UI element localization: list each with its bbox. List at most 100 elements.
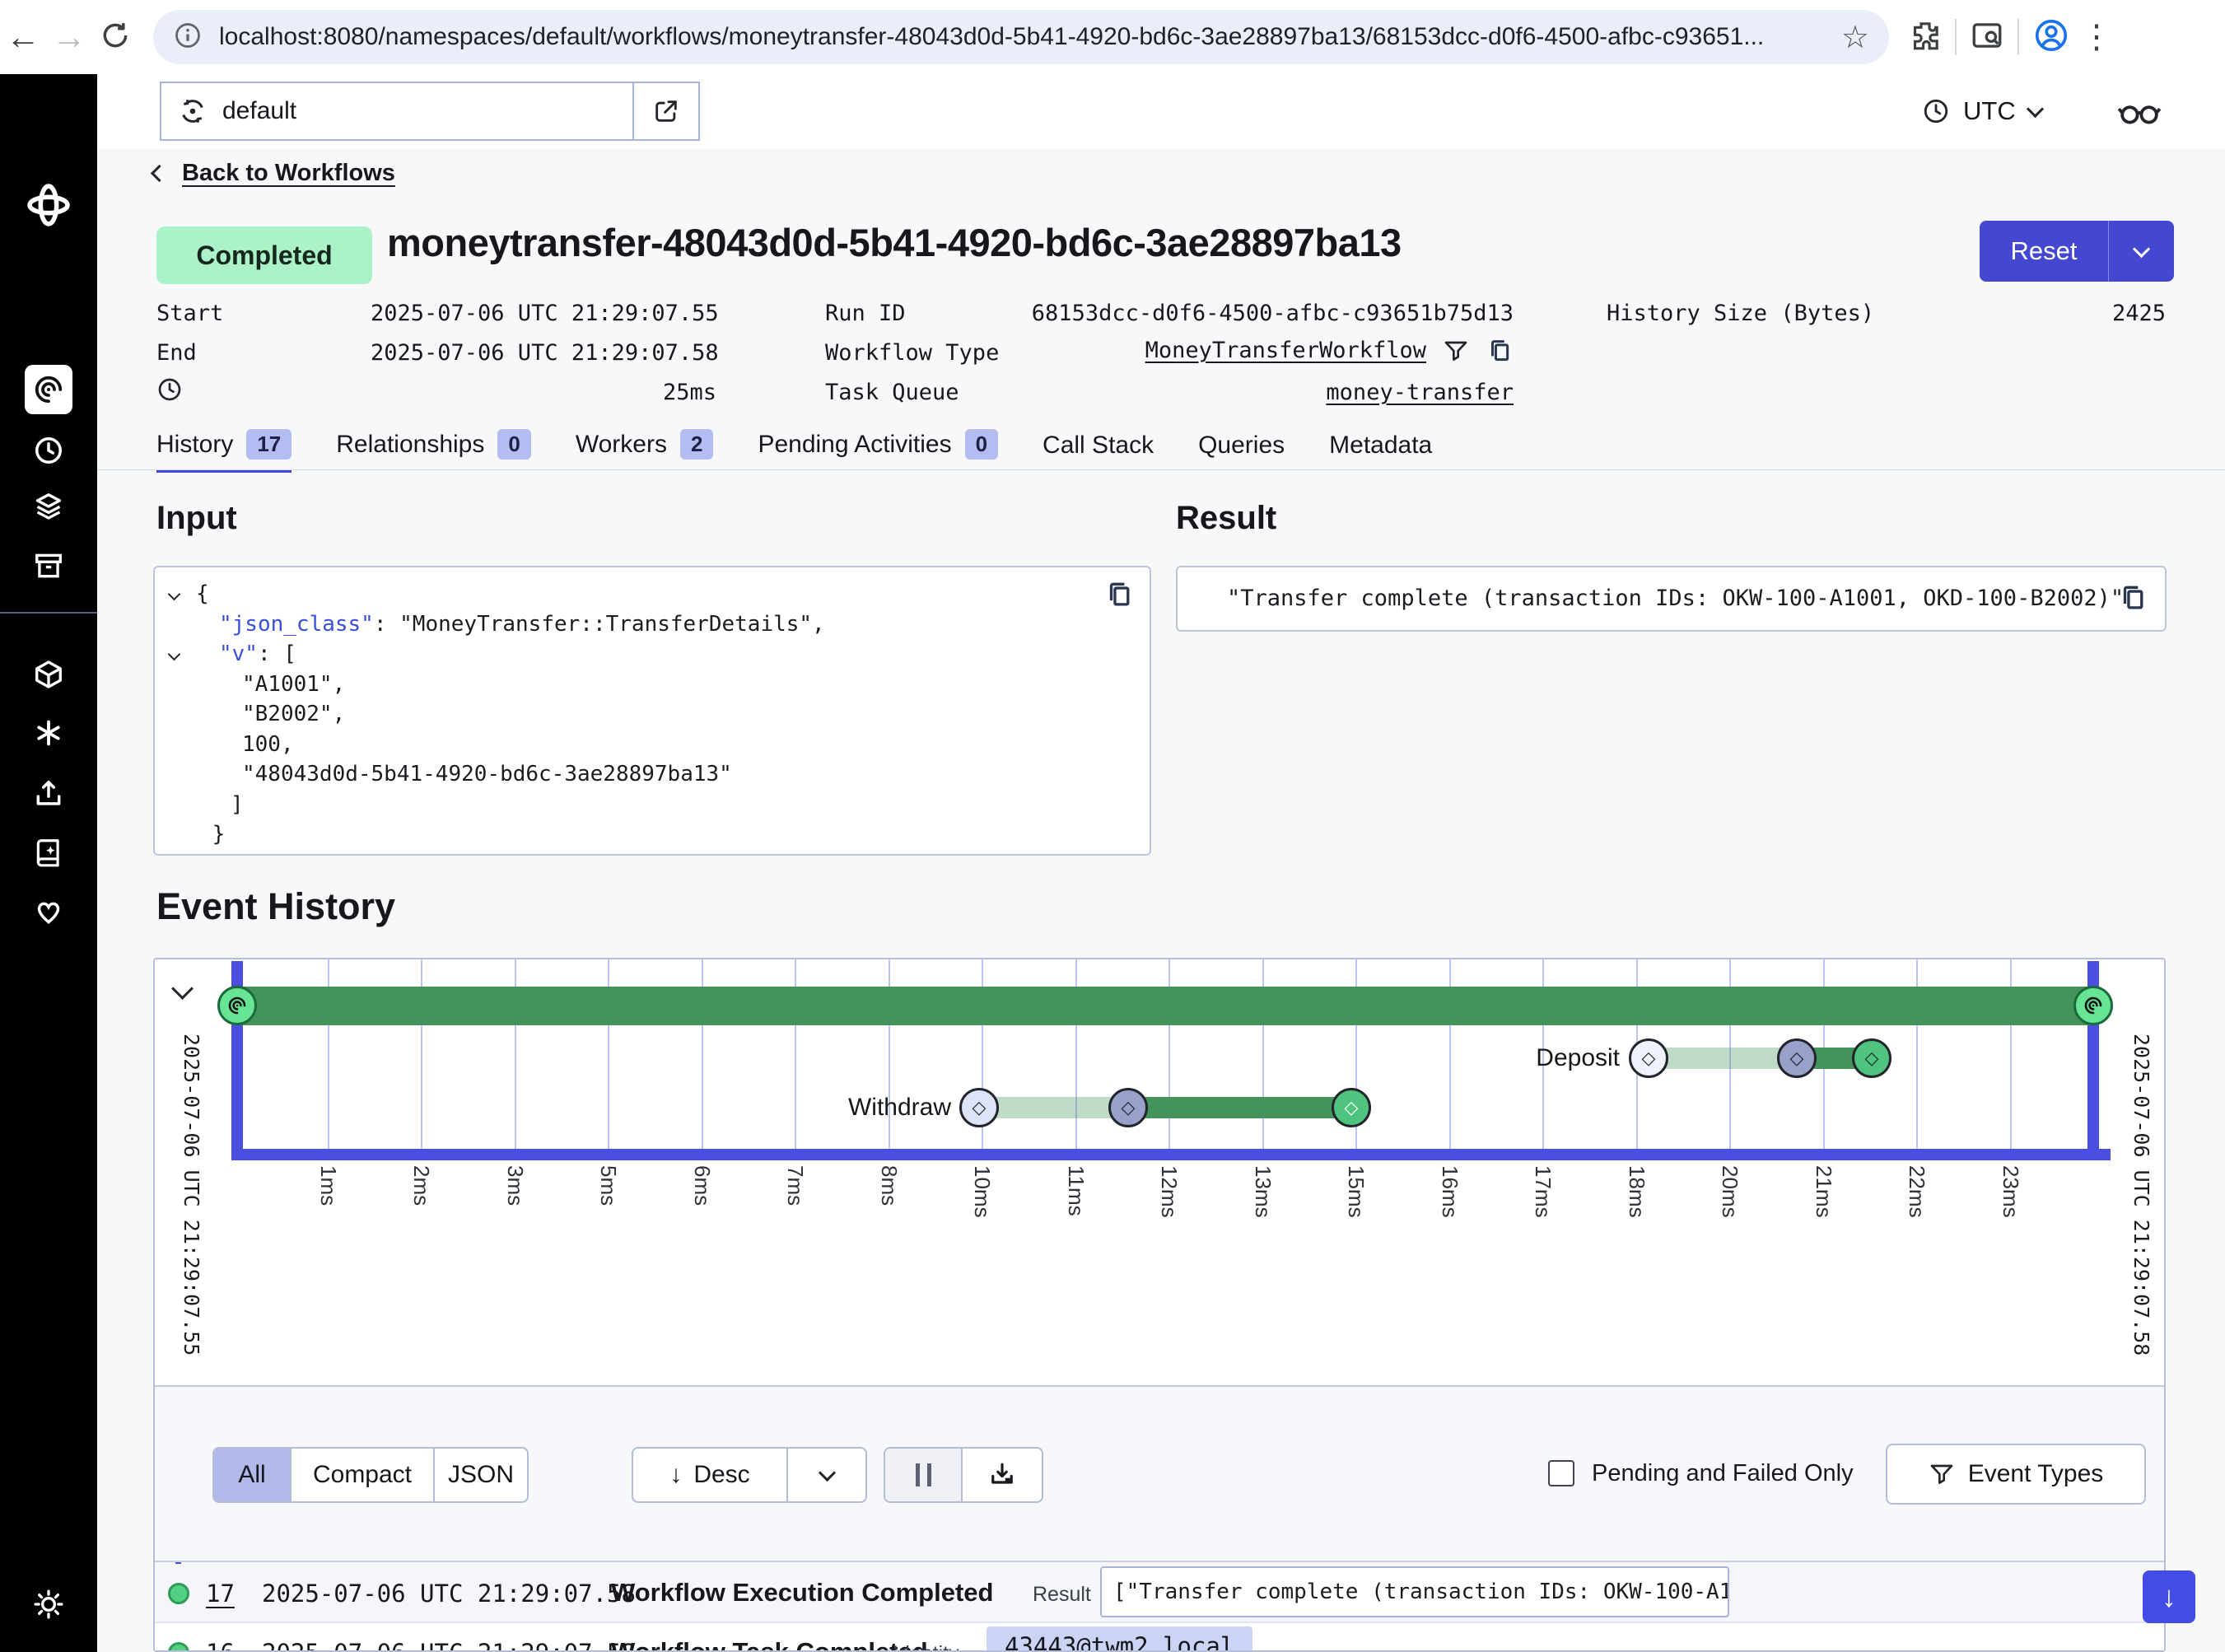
profile-avatar-icon[interactable] [2032,16,2070,58]
sort-group: ↓Desc [632,1447,867,1503]
event-types-button[interactable]: Event Types [1886,1444,2146,1505]
event-id-link[interactable]: 16 [206,1639,235,1652]
timeline-event-marker[interactable]: ◇ [959,1088,999,1127]
copy-icon[interactable] [2117,582,2148,618]
reset-dropdown-button[interactable] [2108,221,2174,282]
event-row[interactable]: 16 2025-07-06 UTC 21:29:07.58 Workflow T… [155,1623,2164,1652]
tab-relationships[interactable]: Relationships0 [336,429,531,473]
timeline-event-marker[interactable]: ◇ [1108,1088,1148,1127]
event-result-preview[interactable]: ["Transfer complete (transaction IDs: OK… [1100,1566,1729,1617]
browser-reload-icon[interactable] [92,20,138,55]
event-id-link[interactable]: 17 [206,1580,235,1608]
json-line: { [155,579,1150,609]
back-to-workflows-link[interactable]: Back to Workflows [182,160,395,187]
view-compact-button[interactable]: Compact [292,1449,435,1501]
timeline-event-marker[interactable]: ◇ [1852,1038,1891,1078]
sidebar-item-import[interactable] [33,778,64,814]
sidebar-item-namespaces[interactable] [33,717,64,753]
tab-queries[interactable]: Queries [1198,432,1285,473]
event-detail-label: Result [1033,1583,1091,1607]
namespace-selector[interactable]: default [160,82,700,141]
sidebar-item-schedules[interactable] [33,435,64,470]
view-all-button[interactable]: All [214,1449,292,1501]
app-sidebar: 2.34.0 [0,74,97,1652]
task-queue-link[interactable]: money-transfer [1326,380,1514,405]
reset-button[interactable]: Reset [1980,221,2108,282]
workflow-tabs: History17 Relationships0 Workers2 Pending A… [156,429,1432,473]
copy-icon[interactable] [1486,337,1514,365]
address-bar[interactable]: localhost:8080/namespaces/default/workfl… [153,10,1889,64]
timeline-tick-label: 10ms [969,1165,995,1218]
site-info-icon[interactable] [173,21,203,54]
timeline-end-timestamp: 2025-07-06 UTC 21:29:07.58 [2129,1034,2153,1356]
tab-search-icon[interactable] [1970,18,2004,57]
history-size-value: 2425 [1986,299,2166,329]
duration-value: 25ms [371,378,716,408]
temporal-logo-icon[interactable] [25,181,72,233]
sort-desc-button[interactable]: ↓Desc [633,1449,788,1501]
namespace-external-link-icon[interactable] [634,97,698,125]
sidebar-item-batch[interactable] [33,550,64,586]
sidebar-item-docs[interactable] [33,837,64,872]
timeline-event-marker[interactable]: ◇ [1629,1038,1668,1078]
timeline-chart: 2025-07-06 UTC 21:29:07.55 2025-07-06 UT… [155,959,2164,1387]
view-json-button[interactable]: JSON [435,1449,527,1501]
timeline-span-active-bar[interactable] [1128,1097,1351,1118]
tab-call-stack[interactable]: Call Stack [1043,432,1154,473]
timeline-span-pending-bar[interactable] [1649,1048,1797,1069]
tab-count-badge: 2 [680,429,713,460]
browser-menu-icon[interactable]: ⋮ [2080,18,2113,56]
sidebar-item-stack[interactable] [33,491,64,526]
event-row[interactable]: 17 2025-07-06 UTC 21:29:07.58 Workflow E… [155,1564,2164,1622]
timeline-span-label: Deposit [1274,1041,1620,1076]
tab-count-badge: 0 [497,429,530,460]
workflow-type-link[interactable]: MoneyTransferWorkflow [1145,336,1426,366]
run-id-label: Run ID [825,299,906,329]
timeline-tick-label: 7ms [782,1165,808,1206]
labs-mode-glasses-icon[interactable] [2113,89,2166,133]
timeline-span-pending-bar[interactable] [979,1097,1128,1118]
sidebar-item-workflows[interactable] [25,365,72,414]
timeline-collapse-chevron[interactable] [175,981,190,1001]
tab-pending-activities[interactable]: Pending Activities0 [758,429,998,473]
extensions-puzzle-icon[interactable] [1909,19,1942,56]
workflow-start-marker[interactable] [217,986,257,1025]
tab-history[interactable]: History17 [156,429,292,473]
temporal-ui-screen: ← → localhost:8080/namespaces/default/wo… [0,0,2225,1652]
namespace-icon [178,96,208,126]
event-history-heading: Event History [156,885,395,928]
archive-box-icon [33,550,64,581]
arrow-down-icon: ↓ [669,1461,682,1489]
json-collapse-chevron[interactable] [168,647,181,660]
sort-dropdown-button[interactable] [788,1449,865,1501]
scroll-to-bottom-button[interactable]: ↓ [2143,1570,2195,1623]
sidebar-item-deployments[interactable] [33,659,64,694]
download-button[interactable] [963,1449,1042,1501]
copy-icon[interactable] [1103,579,1135,614]
pending-failed-checkbox[interactable] [1548,1460,1574,1486]
task-queue-cell: money-transfer [937,378,1514,408]
workflow-title: moneytransfer-48043d0d-5b41-4920-bd6c-3a… [387,220,1402,265]
workflows-spiral-icon [227,996,247,1015]
timezone-selector[interactable]: UTC [1922,91,2041,132]
url-text[interactable]: localhost:8080/namespaces/default/workfl… [219,23,1841,51]
workflow-end-marker[interactable] [2073,986,2113,1025]
workflow-execution-span-bar[interactable] [237,987,2095,1025]
workflows-spiral-icon [33,374,64,405]
pause-button[interactable] [885,1449,963,1501]
timeline-event-marker[interactable]: ◇ [1777,1038,1817,1078]
sidebar-item-feedback[interactable] [33,896,64,931]
tab-metadata[interactable]: Metadata [1329,432,1432,473]
browser-forward-icon[interactable]: → [46,17,92,57]
timeline-event-marker[interactable]: ◇ [1332,1088,1371,1127]
tab-workers[interactable]: Workers2 [576,429,714,473]
browser-back-icon[interactable]: ← [0,17,46,57]
filter-funnel-icon[interactable] [1443,338,1469,364]
heart-icon [33,896,64,927]
timeline-tick-label: 18ms [1624,1165,1649,1218]
theme-toggle-sun-icon[interactable] [32,1588,65,1625]
json-collapse-chevron[interactable] [168,587,181,600]
bookmark-star-icon[interactable]: ☆ [1841,19,1869,56]
start-label: Start [156,299,223,329]
timeline-tick-label: 8ms [876,1165,902,1206]
